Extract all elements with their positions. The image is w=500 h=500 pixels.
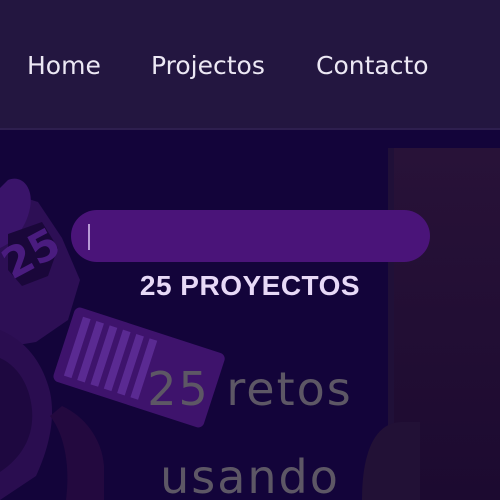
hero-title-line-1: 25 retos — [147, 362, 353, 416]
page: Home Projectos Contacto 25 25 PROYECTOS … — [0, 0, 500, 500]
nav-link-home[interactable]: Home — [27, 50, 101, 82]
top-navbar: Home Projectos Contacto — [0, 0, 500, 130]
nav-link-contact[interactable]: Contacto — [316, 50, 429, 82]
hero-title-line-2: usando — [160, 450, 340, 500]
search-input[interactable] — [71, 210, 430, 262]
projects-count-label: 25 PROYECTOS — [139, 270, 361, 301]
hero-title: 25 retos usando — [0, 345, 500, 500]
text-cursor — [88, 224, 90, 250]
hero-section: 25 25 PROYECTOS 25 retos usando — [0, 130, 500, 500]
nav-link-projects[interactable]: Projectos — [151, 50, 265, 82]
